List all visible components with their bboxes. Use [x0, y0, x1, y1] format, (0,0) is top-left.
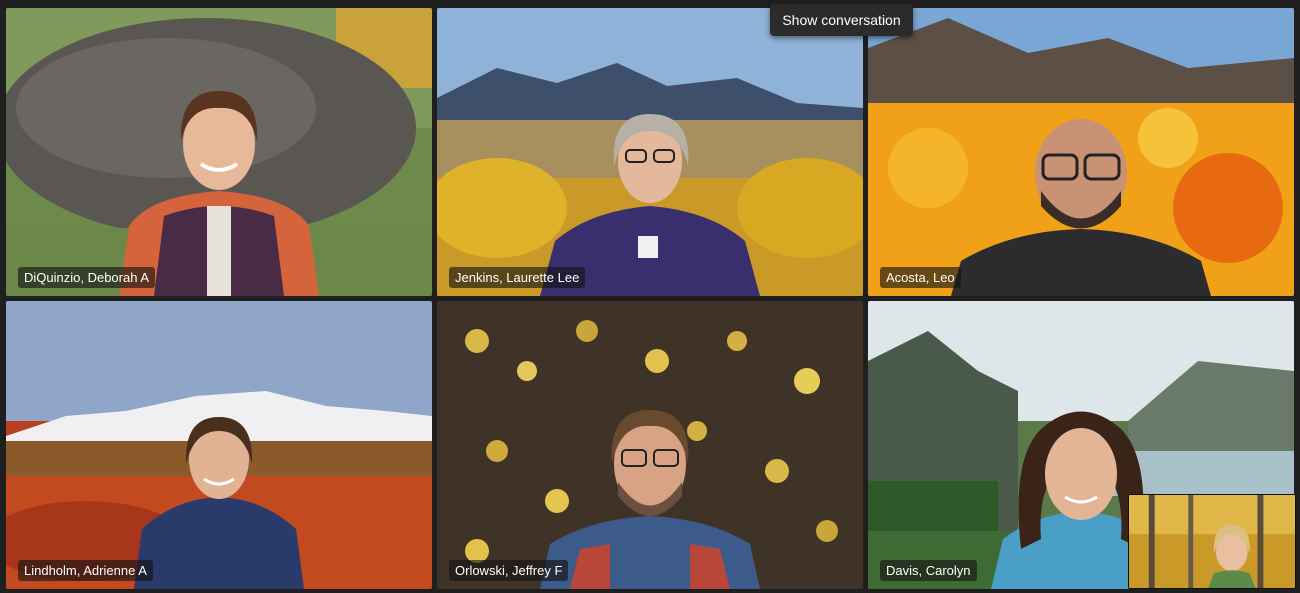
self-view-video — [1129, 495, 1295, 588]
participant-name: DiQuinzio, Deborah A — [18, 267, 156, 288]
participant-name: Orlowski, Jeffrey F — [449, 560, 569, 581]
video-tile-lindholm[interactable]: Lindholm, Adrienne A — [6, 301, 432, 589]
participant-name: Jenkins, Laurette Lee — [449, 267, 586, 288]
video-tile-orlowski[interactable]: Orlowski, Jeffrey F — [437, 301, 863, 589]
participant-name: Davis, Carolyn — [880, 560, 977, 581]
participant-name: Lindholm, Adrienne A — [18, 560, 153, 581]
video-tile-jenkins[interactable]: Jenkins, Laurette Lee — [437, 8, 863, 296]
self-view[interactable] — [1128, 494, 1296, 589]
show-conversation-tooltip: Show conversation — [770, 4, 913, 36]
participant-video — [119, 91, 319, 296]
participant-video — [951, 119, 1211, 296]
video-tile-diquinzio[interactable]: DiQuinzio, Deborah A — [6, 8, 432, 296]
participant-name: Acosta, Leo — [880, 267, 961, 288]
video-tile-acosta[interactable]: Acosta, Leo — [868, 8, 1294, 296]
